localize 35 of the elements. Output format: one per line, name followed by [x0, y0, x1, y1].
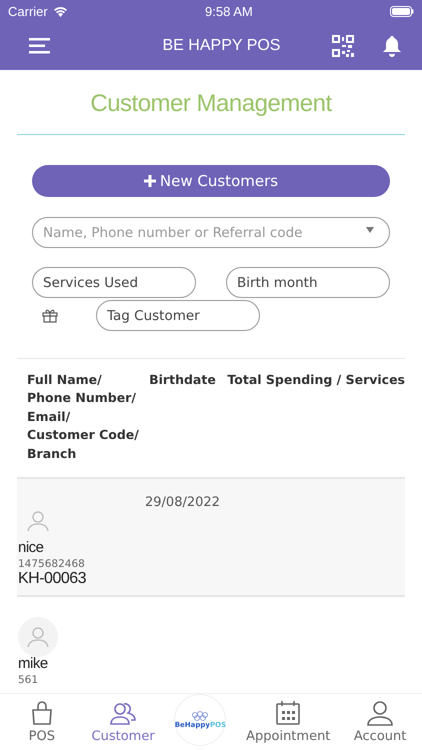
user-icon [367, 700, 394, 726]
bell-icon[interactable] [382, 35, 402, 57]
tab[interactable]: Appointment [246, 700, 330, 744]
gift-icon [42, 308, 58, 323]
column-header: Birthdate [149, 371, 217, 389]
birth-month-field[interactable]: Birth month [226, 267, 390, 298]
wifi-icon [52, 6, 68, 16]
carrier-label: Carrier [8, 4, 48, 18]
app-title: BE HAPPY POS [162, 37, 282, 55]
customer-code: KH-00063 [18, 570, 86, 588]
customer-name: mike [18, 655, 48, 672]
new-customers-button[interactable]: New Customers [32, 165, 390, 197]
search-dropdown[interactable]: Name, Phone number or Referral code [32, 217, 390, 248]
phone-number: 1475682468 [18, 558, 85, 570]
avatar-icon [27, 510, 49, 532]
caret-icon[interactable] [366, 227, 374, 233]
tag-customer-field[interactable]: Tag Customer [96, 300, 260, 331]
phone-number: 561 [18, 674, 38, 686]
customer-name: nice [18, 539, 44, 556]
tab[interactable]: Customer [92, 700, 155, 744]
tab[interactable]: Account [350, 700, 410, 744]
clock: 9:58 AM [205, 4, 253, 18]
qr-code-icon[interactable] [332, 35, 354, 57]
column-header: Total Spending / Services [227, 371, 405, 389]
battery-icon [390, 6, 414, 16]
menu-icon[interactable] [29, 38, 51, 54]
calendar-icon [275, 700, 302, 726]
tab[interactable]: POS [12, 700, 72, 744]
birthdate: 29/08/2022 [145, 495, 220, 510]
avatar-icon [27, 626, 49, 648]
column-header: Full Name/ Phone Number/ Email/ Customer Code/ Branch [27, 371, 140, 463]
services-field[interactable]: Services Used [32, 267, 196, 298]
page-title: Customer Management [89, 90, 333, 119]
plus-icon [144, 175, 156, 187]
users-icon [109, 700, 138, 726]
